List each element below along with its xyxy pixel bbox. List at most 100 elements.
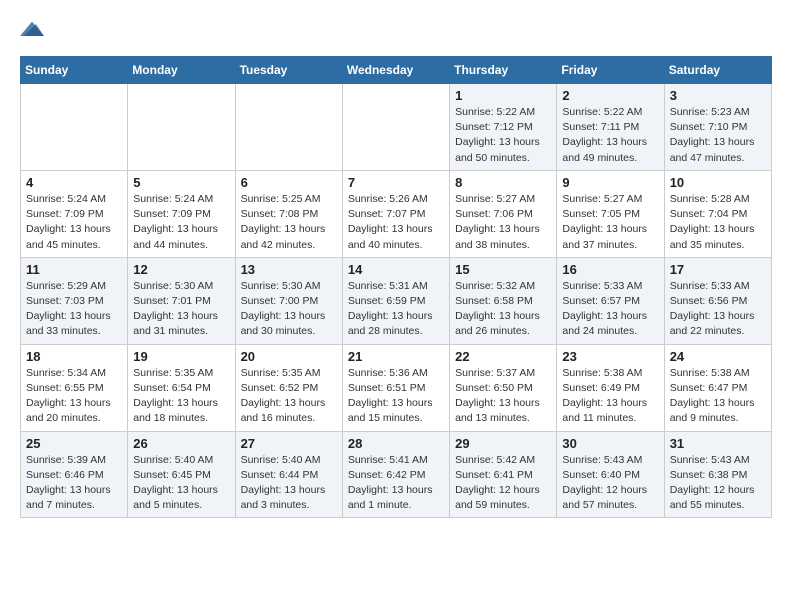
day-number: 11 <box>26 262 122 277</box>
calendar-cell <box>21 84 128 171</box>
calendar-cell: 3 Sunrise: 5:23 AM Sunset: 7:10 PM Daylig… <box>664 84 771 171</box>
day-of-week-header: Thursday <box>450 57 557 84</box>
calendar-cell: 12 Sunrise: 5:30 AM Sunset: 7:01 PM Dayli… <box>128 257 235 344</box>
day-info: Sunrise: 5:41 AM Sunset: 6:42 PM Dayligh… <box>348 453 444 514</box>
day-info: Sunrise: 5:25 AM Sunset: 7:08 PM Dayligh… <box>241 192 337 253</box>
calendar-cell: 27Sunrise: 5:40 AM Sunset: 6:44 PM Dayli… <box>235 431 342 518</box>
calendar-cell: 29 Sunrise: 5:42 AM Sunset: 6:41 PM Dayli… <box>450 431 557 518</box>
day-info: Sunrise: 5:40 AM Sunset: 6:45 PM Dayligh… <box>133 453 229 514</box>
day-info: Sunrise: 5:42 AM Sunset: 6:41 PM Dayligh… <box>455 453 551 514</box>
calendar-week-row: 4 Sunrise: 5:24 AM Sunset: 7:09 PM Daylig… <box>21 170 772 257</box>
day-info: Sunrise: 5:28 AM Sunset: 7:04 PM Dayligh… <box>670 192 766 253</box>
day-info: Sunrise: 5:39 AM Sunset: 6:46 PM Dayligh… <box>26 453 122 514</box>
day-number: 2 <box>562 88 658 103</box>
calendar-cell: 26 Sunrise: 5:40 AM Sunset: 6:45 PM Dayli… <box>128 431 235 518</box>
day-info: Sunrise: 5:43 AM Sunset: 6:40 PM Dayligh… <box>562 453 658 514</box>
day-number: 14 <box>348 262 444 277</box>
day-info: Sunrise: 5:43 AM Sunset: 6:38 PM Dayligh… <box>670 453 766 514</box>
day-number: 7 <box>348 175 444 190</box>
calendar-cell: 7 Sunrise: 5:26 AM Sunset: 7:07 PM Daylig… <box>342 170 449 257</box>
day-number: 23 <box>562 349 658 364</box>
day-info: Sunrise: 5:30 AM Sunset: 7:00 PM Dayligh… <box>241 279 337 340</box>
calendar-cell: 21 Sunrise: 5:36 AM Sunset: 6:51 PM Dayli… <box>342 344 449 431</box>
day-info: Sunrise: 5:22 AM Sunset: 7:11 PM Dayligh… <box>562 105 658 166</box>
day-number: 1 <box>455 88 551 103</box>
day-number: 8 <box>455 175 551 190</box>
day-number: 4 <box>26 175 122 190</box>
calendar-cell: 25 Sunrise: 5:39 AM Sunset: 6:46 PM Dayli… <box>21 431 128 518</box>
day-number: 27 <box>241 436 337 451</box>
calendar-cell: 8 Sunrise: 5:27 AM Sunset: 7:06 PM Daylig… <box>450 170 557 257</box>
day-number: 26 <box>133 436 229 451</box>
day-number: 3 <box>670 88 766 103</box>
calendar-cell: 6 Sunrise: 5:25 AM Sunset: 7:08 PM Daylig… <box>235 170 342 257</box>
day-number: 22 <box>455 349 551 364</box>
calendar-table: SundayMondayTuesdayWednesdayThursdayFrid… <box>20 56 772 518</box>
day-number: 25 <box>26 436 122 451</box>
day-number: 19 <box>133 349 229 364</box>
day-info: Sunrise: 5:24 AM Sunset: 7:09 PM Dayligh… <box>133 192 229 253</box>
calendar-week-row: 11 Sunrise: 5:29 AM Sunset: 7:03 PM Dayli… <box>21 257 772 344</box>
calendar-cell: 28 Sunrise: 5:41 AM Sunset: 6:42 PM Dayli… <box>342 431 449 518</box>
day-info: Sunrise: 5:24 AM Sunset: 7:09 PM Dayligh… <box>26 192 122 253</box>
day-info: Sunrise: 5:36 AM Sunset: 6:51 PM Dayligh… <box>348 366 444 427</box>
day-number: 16 <box>562 262 658 277</box>
calendar-cell: 4 Sunrise: 5:24 AM Sunset: 7:09 PM Daylig… <box>21 170 128 257</box>
day-of-week-header: Tuesday <box>235 57 342 84</box>
calendar-cell: 11 Sunrise: 5:29 AM Sunset: 7:03 PM Dayli… <box>21 257 128 344</box>
day-number: 12 <box>133 262 229 277</box>
calendar-cell: 20Sunrise: 5:35 AM Sunset: 6:52 PM Dayli… <box>235 344 342 431</box>
day-info: Sunrise: 5:33 AM Sunset: 6:57 PM Dayligh… <box>562 279 658 340</box>
day-of-week-header: Monday <box>128 57 235 84</box>
days-of-week-row: SundayMondayTuesdayWednesdayThursdayFrid… <box>21 57 772 84</box>
day-number: 18 <box>26 349 122 364</box>
calendar-week-row: 1 Sunrise: 5:22 AM Sunset: 7:12 PM Daylig… <box>21 84 772 171</box>
day-number: 17 <box>670 262 766 277</box>
calendar-cell: 13 Sunrise: 5:30 AM Sunset: 7:00 PM Dayli… <box>235 257 342 344</box>
calendar-cell: 31 Sunrise: 5:43 AM Sunset: 6:38 PM Dayli… <box>664 431 771 518</box>
calendar-body: 1 Sunrise: 5:22 AM Sunset: 7:12 PM Daylig… <box>21 84 772 518</box>
day-info: Sunrise: 5:38 AM Sunset: 6:47 PM Dayligh… <box>670 366 766 427</box>
day-number: 10 <box>670 175 766 190</box>
day-number: 21 <box>348 349 444 364</box>
calendar-cell: 30Sunrise: 5:43 AM Sunset: 6:40 PM Dayli… <box>557 431 664 518</box>
calendar-cell: 23Sunrise: 5:38 AM Sunset: 6:49 PM Dayli… <box>557 344 664 431</box>
day-info: Sunrise: 5:32 AM Sunset: 6:58 PM Dayligh… <box>455 279 551 340</box>
day-info: Sunrise: 5:29 AM Sunset: 7:03 PM Dayligh… <box>26 279 122 340</box>
logo-icon <box>20 20 44 40</box>
day-number: 24 <box>670 349 766 364</box>
calendar-cell: 16 Sunrise: 5:33 AM Sunset: 6:57 PM Dayli… <box>557 257 664 344</box>
day-info: Sunrise: 5:26 AM Sunset: 7:07 PM Dayligh… <box>348 192 444 253</box>
day-number: 15 <box>455 262 551 277</box>
day-info: Sunrise: 5:23 AM Sunset: 7:10 PM Dayligh… <box>670 105 766 166</box>
day-info: Sunrise: 5:34 AM Sunset: 6:55 PM Dayligh… <box>26 366 122 427</box>
calendar-header: SundayMondayTuesdayWednesdayThursdayFrid… <box>21 57 772 84</box>
calendar-cell: 14Sunrise: 5:31 AM Sunset: 6:59 PM Dayli… <box>342 257 449 344</box>
day-info: Sunrise: 5:33 AM Sunset: 6:56 PM Dayligh… <box>670 279 766 340</box>
calendar-cell: 5Sunrise: 5:24 AM Sunset: 7:09 PM Daylig… <box>128 170 235 257</box>
day-of-week-header: Saturday <box>664 57 771 84</box>
calendar-cell: 1 Sunrise: 5:22 AM Sunset: 7:12 PM Daylig… <box>450 84 557 171</box>
day-info: Sunrise: 5:35 AM Sunset: 6:52 PM Dayligh… <box>241 366 337 427</box>
calendar-cell: 15 Sunrise: 5:32 AM Sunset: 6:58 PM Dayli… <box>450 257 557 344</box>
day-number: 13 <box>241 262 337 277</box>
day-of-week-header: Wednesday <box>342 57 449 84</box>
day-info: Sunrise: 5:30 AM Sunset: 7:01 PM Dayligh… <box>133 279 229 340</box>
day-info: Sunrise: 5:27 AM Sunset: 7:06 PM Dayligh… <box>455 192 551 253</box>
day-number: 28 <box>348 436 444 451</box>
day-of-week-header: Friday <box>557 57 664 84</box>
day-of-week-header: Sunday <box>21 57 128 84</box>
day-number: 6 <box>241 175 337 190</box>
calendar-cell <box>235 84 342 171</box>
calendar-cell: 10 Sunrise: 5:28 AM Sunset: 7:04 PM Dayli… <box>664 170 771 257</box>
calendar-cell: 9Sunrise: 5:27 AM Sunset: 7:05 PM Daylig… <box>557 170 664 257</box>
calendar-week-row: 25 Sunrise: 5:39 AM Sunset: 6:46 PM Dayli… <box>21 431 772 518</box>
day-number: 31 <box>670 436 766 451</box>
calendar-cell: 19Sunrise: 5:35 AM Sunset: 6:54 PM Dayli… <box>128 344 235 431</box>
logo <box>20 20 48 40</box>
calendar-cell: 24 Sunrise: 5:38 AM Sunset: 6:47 PM Dayli… <box>664 344 771 431</box>
calendar-cell: 2 Sunrise: 5:22 AM Sunset: 7:11 PM Daylig… <box>557 84 664 171</box>
day-number: 29 <box>455 436 551 451</box>
day-info: Sunrise: 5:37 AM Sunset: 6:50 PM Dayligh… <box>455 366 551 427</box>
day-info: Sunrise: 5:22 AM Sunset: 7:12 PM Dayligh… <box>455 105 551 166</box>
